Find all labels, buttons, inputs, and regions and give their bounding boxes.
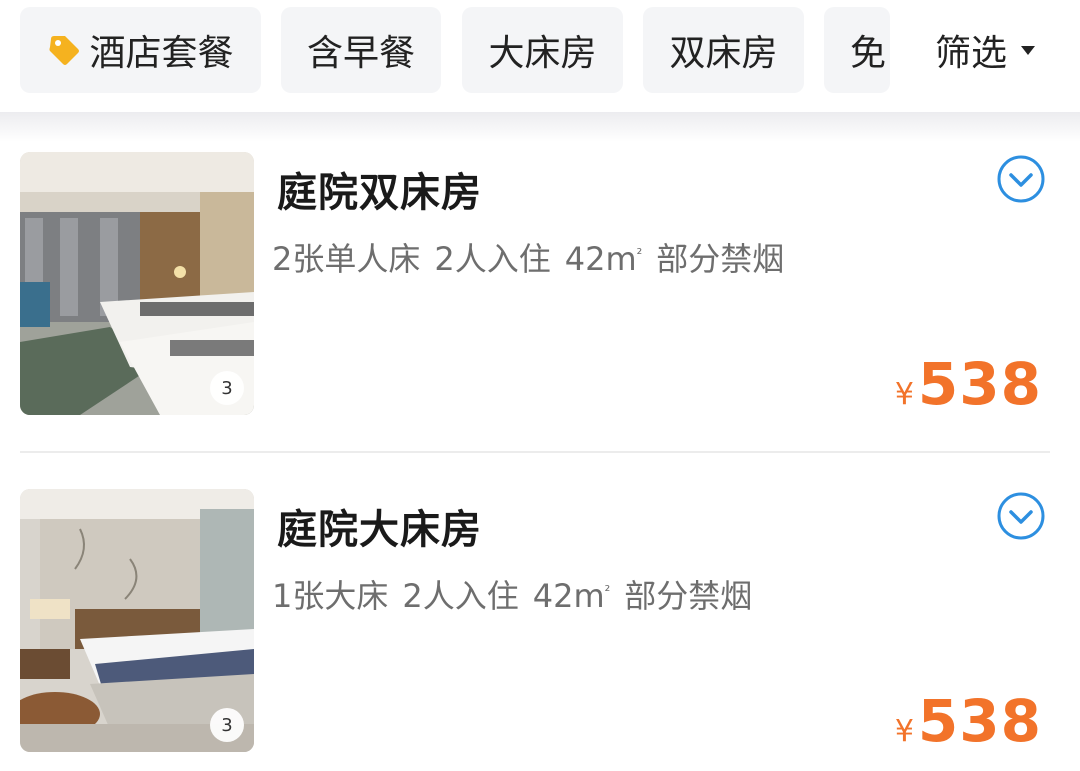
filter-bar: 酒店套餐 含早餐 大床房 双床房 免 筛选 bbox=[0, 0, 1080, 116]
filter-chip-label: 大床房 bbox=[488, 33, 597, 74]
filter-bar-shadow bbox=[0, 112, 1080, 142]
filter-chip-breakfast[interactable]: 含早餐 bbox=[281, 7, 441, 93]
bed-type: 1张大床 bbox=[272, 577, 389, 615]
room-name: 庭院双床房 bbox=[277, 170, 482, 216]
room-photo[interactable]: 3 bbox=[20, 489, 254, 752]
filter-chip-twin-bed[interactable]: 双床房 bbox=[643, 7, 804, 93]
filter-chip-king-bed[interactable]: 大床房 bbox=[462, 7, 623, 93]
occupancy: 2人入住 bbox=[434, 240, 551, 278]
tag-icon bbox=[49, 36, 80, 65]
filter-chip-label: 双床房 bbox=[669, 33, 778, 74]
filter-button-label: 筛选 bbox=[934, 33, 1007, 74]
room-info: 2张单人床 2人入住 42m² 部分禁烟 bbox=[272, 234, 798, 280]
currency-symbol: ¥ bbox=[894, 714, 914, 749]
photo-count-badge: 3 bbox=[210, 708, 244, 742]
caret-down-icon bbox=[1021, 45, 1035, 55]
filter-chip-label: 免 bbox=[850, 33, 887, 74]
room-price: ¥ 538 bbox=[895, 687, 1042, 755]
filter-button[interactable]: 筛选 bbox=[890, 7, 1080, 93]
currency-symbol: ¥ bbox=[894, 377, 914, 412]
smoking-policy: 部分禁烟 bbox=[624, 577, 753, 615]
bed-type: 2张单人床 bbox=[272, 240, 421, 278]
price-amount: 538 bbox=[917, 350, 1042, 418]
smoking-policy: 部分禁烟 bbox=[656, 240, 785, 278]
room-name: 庭院大床房 bbox=[277, 507, 482, 553]
occupancy: 2人入住 bbox=[402, 577, 519, 615]
filter-chip-label: 酒店套餐 bbox=[89, 33, 234, 74]
chevron-down-circle-icon[interactable] bbox=[996, 154, 1046, 204]
room-card[interactable]: 3 庭院双床房 2张单人床 2人入住 42m² 部分禁烟 ¥ 538 bbox=[0, 150, 1080, 450]
room-price: ¥ 538 bbox=[895, 350, 1042, 418]
room-card[interactable]: 3 庭院大床房 1张大床 2人入住 42m² 部分禁烟 ¥ 538 bbox=[0, 487, 1080, 771]
filter-chip-label: 含早餐 bbox=[306, 33, 415, 74]
filter-chip-hotel-package[interactable]: 酒店套餐 bbox=[20, 7, 261, 93]
room-area: 42m² bbox=[564, 240, 643, 278]
chevron-down-circle-icon[interactable] bbox=[996, 491, 1046, 541]
filter-chip-partial[interactable]: 免 bbox=[824, 7, 890, 93]
room-photo[interactable]: 3 bbox=[20, 152, 254, 415]
price-amount: 538 bbox=[917, 687, 1042, 755]
photo-count-badge: 3 bbox=[210, 371, 244, 405]
room-info: 1张大床 2人入住 42m² 部分禁烟 bbox=[272, 571, 766, 617]
room-area: 42m² bbox=[532, 577, 611, 615]
divider bbox=[20, 451, 1050, 453]
